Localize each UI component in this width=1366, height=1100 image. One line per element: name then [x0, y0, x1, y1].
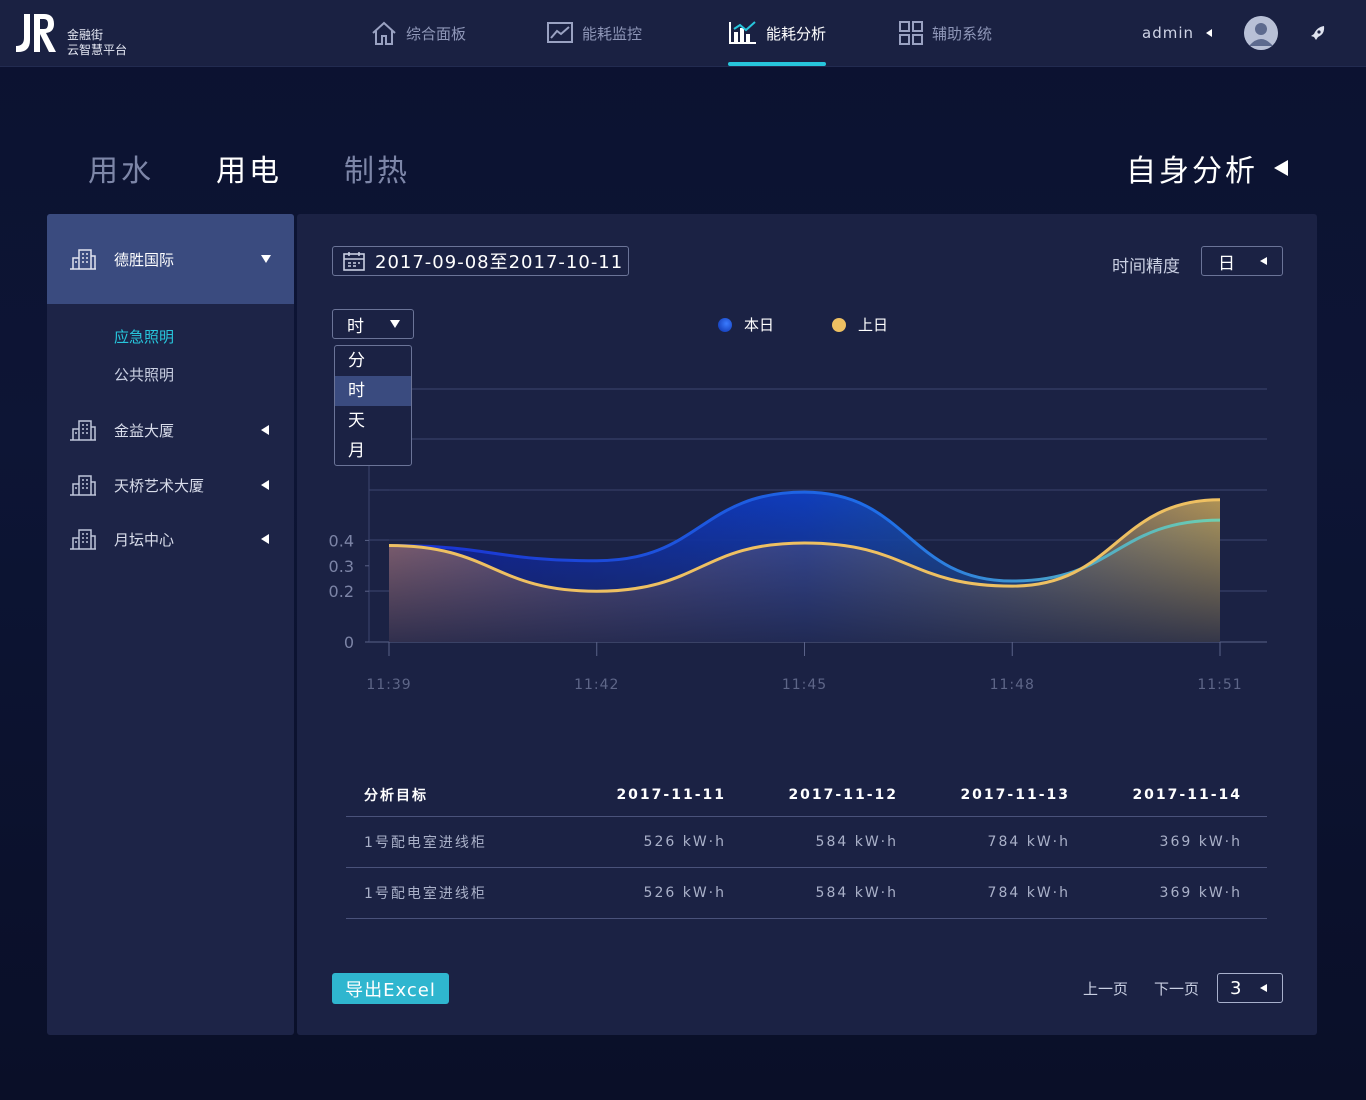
sidebar-item-label: 天桥艺术大厦 — [114, 476, 205, 495]
nav-energy-monitoring-label: 能耗监控 — [582, 24, 643, 43]
caret-down-icon — [390, 320, 400, 328]
y-tick-label: 0.2 — [329, 582, 354, 601]
table-row: 1号配电室进线柜 526 kW·h 584 kW·h 784 kW·h 369 … — [346, 868, 1267, 919]
analysis-panel: 2017-09-08至2017-10-11 时间精度 日 0 0.2 0.3 0.4 1… — [297, 214, 1317, 1035]
table-cell: 784 kW·h — [987, 885, 1070, 901]
table-cell: 1号配电室进线柜 — [364, 835, 487, 851]
table-header-row: 分析目标 2017-11-11 2017-11-12 2017-11-13 20… — [346, 774, 1267, 817]
jr-logo-icon — [16, 14, 56, 52]
sidebar-item-label: 月坛中心 — [114, 530, 175, 549]
table-header-cell: 2017-11-13 — [960, 787, 1070, 803]
energy-area-chart: 0 0.2 0.3 0.4 11:39 11:42 11:45 11:48 11:51 — [329, 384, 1267, 693]
table-cell: 526 kW·h — [643, 885, 726, 901]
brand-subtitle: 云智慧平台 — [67, 43, 128, 57]
sidebar-item-jinyi[interactable]: 金益大厦 — [47, 413, 294, 447]
table-header-cell: 分析目标 — [364, 788, 428, 804]
nav-dashboard[interactable]: 综合面板 — [370, 0, 466, 66]
user-name: admin — [1142, 24, 1194, 42]
sidebar-subitem-public-lighting[interactable]: 公共照明 — [114, 364, 174, 385]
x-tick-label: 11:48 — [990, 677, 1035, 693]
tab-electricity[interactable]: 用电 — [216, 146, 282, 190]
table-cell: 1号配电室进线柜 — [364, 886, 487, 902]
sidebar-item-label: 德胜国际 — [114, 250, 175, 269]
line-chart-icon — [547, 22, 573, 43]
building-sidebar: 德胜国际 应急照明 公共照明 金益大厦 天桥艺术大厦 月坛中心 — [47, 214, 294, 1035]
granularity-option-hour[interactable]: 时 — [335, 376, 411, 406]
page-number: 3 — [1230, 977, 1242, 999]
home-icon — [372, 21, 396, 45]
rocket-icon[interactable] — [1308, 24, 1328, 44]
chart-fade-overlay — [389, 384, 1220, 642]
granularity-dropdown-menu: 分 时 天 月 — [334, 345, 412, 466]
grid-icon — [899, 21, 923, 45]
caret-left-icon — [261, 534, 269, 544]
table-header-cell: 2017-11-14 — [1132, 787, 1242, 803]
caret-down-icon — [261, 255, 271, 263]
table-cell: 369 kW·h — [1159, 834, 1242, 850]
caret-left-icon — [261, 425, 269, 435]
export-excel-button[interactable]: 导出Excel — [332, 973, 449, 1004]
granularity-option-minute[interactable]: 分 — [335, 346, 411, 376]
sidebar-item-tianqiao[interactable]: 天桥艺术大厦 — [47, 468, 294, 502]
nav-energy-analysis[interactable]: 能耗分析 — [722, 0, 832, 66]
granularity-select[interactable]: 时 — [332, 309, 414, 339]
table-row: 1号配电室进线柜 526 kW·h 584 kW·h 784 kW·h 369 … — [346, 817, 1267, 868]
y-tick-label: 0 — [344, 633, 354, 652]
sidebar-item-desheng[interactable]: 德胜国际 — [47, 214, 294, 304]
table-cell: 584 kW·h — [815, 834, 898, 850]
avatar[interactable] — [1244, 16, 1278, 50]
user-menu[interactable]: admin — [1142, 24, 1214, 42]
tab-heating[interactable]: 制热 — [344, 146, 410, 190]
table-header-cell: 2017-11-11 — [616, 787, 726, 803]
analysis-table: 分析目标 2017-11-11 2017-11-12 2017-11-13 20… — [346, 774, 1267, 919]
table-cell: 526 kW·h — [643, 834, 726, 850]
building-icon — [70, 420, 96, 441]
legend-dot-icon — [718, 317, 732, 332]
legend-label: 上日 — [858, 316, 889, 334]
legend-item-yesterday[interactable]: 上日 — [832, 314, 888, 335]
bar-chart-icon — [729, 21, 756, 44]
legend-item-today[interactable]: 本日 — [718, 314, 774, 335]
user-avatar-icon — [1244, 16, 1278, 50]
tab-water[interactable]: 用水 — [88, 146, 154, 190]
prev-page-button[interactable]: 上一页 — [1083, 978, 1128, 999]
legend-label: 本日 — [744, 316, 775, 334]
analysis-mode-selector[interactable]: 自身分析 — [1126, 146, 1290, 190]
granularity-value: 时 — [347, 316, 364, 337]
legend-dot-icon — [832, 317, 846, 332]
nav-energy-analysis-label: 能耗分析 — [766, 24, 827, 43]
building-icon — [70, 475, 96, 496]
sidebar-item-yuetan[interactable]: 月坛中心 — [47, 522, 294, 556]
top-navigation-bar: 金融街 云智慧平台 综合面板 能耗监控 能耗分析 辅助系统 admin — [0, 0, 1366, 67]
y-tick-label: 0.3 — [329, 557, 354, 576]
x-tick-label: 11:39 — [366, 677, 411, 693]
nav-dashboard-label: 综合面板 — [406, 24, 467, 43]
sidebar-subitem-emergency-lighting[interactable]: 应急照明 — [114, 326, 174, 347]
caret-left-icon — [1260, 984, 1267, 992]
table-header-cell: 2017-11-12 — [788, 787, 898, 803]
building-icon — [70, 529, 96, 550]
next-page-button[interactable]: 下一页 — [1154, 978, 1199, 999]
table-cell: 369 kW·h — [1159, 885, 1242, 901]
y-tick-label: 0.4 — [329, 531, 354, 550]
table-cell: 584 kW·h — [815, 885, 898, 901]
page-select[interactable]: 3 — [1217, 973, 1283, 1003]
sidebar-item-label: 金益大厦 — [114, 421, 175, 440]
building-icon — [70, 249, 96, 270]
granularity-option-day[interactable]: 天 — [335, 406, 411, 436]
caret-left-icon — [1206, 29, 1212, 37]
analysis-mode-label: 自身分析 — [1126, 154, 1258, 189]
brand-logo[interactable]: 金融街 云智慧平台 — [14, 10, 144, 58]
table-cell: 784 kW·h — [987, 834, 1070, 850]
x-tick-label: 11:42 — [574, 677, 619, 693]
nav-energy-monitoring[interactable]: 能耗监控 — [546, 0, 642, 66]
caret-left-icon — [1274, 160, 1288, 176]
caret-left-icon — [261, 480, 269, 490]
granularity-option-month[interactable]: 月 — [335, 436, 411, 466]
nav-auxiliary-system-label: 辅助系统 — [932, 24, 993, 43]
x-tick-label: 11:45 — [782, 677, 827, 693]
x-tick-label: 11:51 — [1197, 677, 1242, 693]
nav-auxiliary-system[interactable]: 辅助系统 — [898, 0, 992, 66]
